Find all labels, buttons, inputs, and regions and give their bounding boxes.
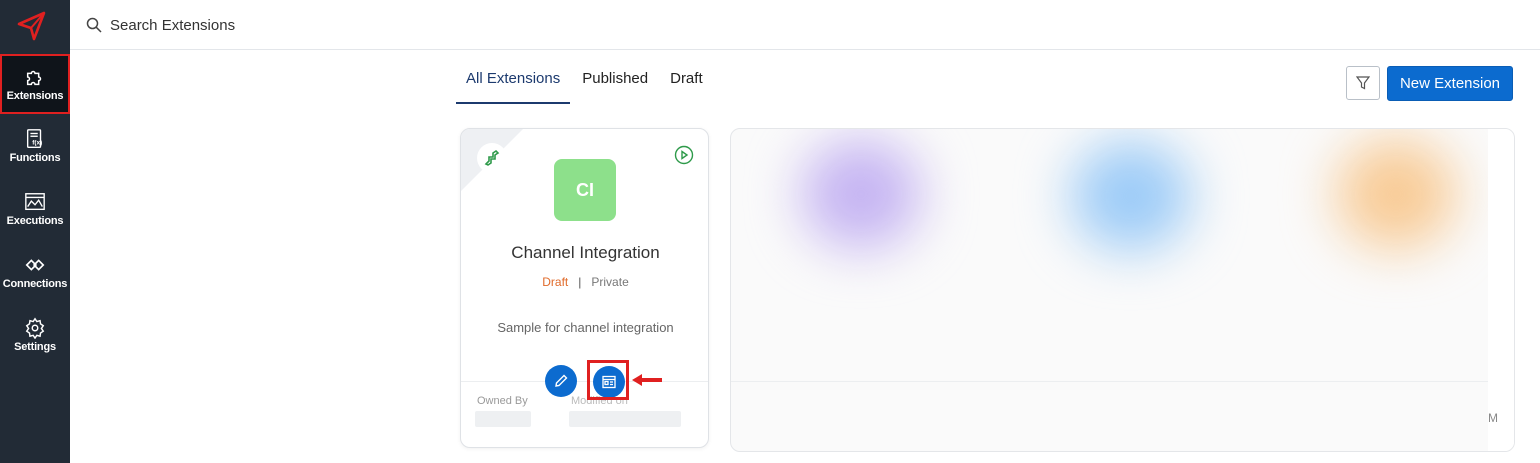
app-logo[interactable] bbox=[13, 8, 49, 44]
tab-draft[interactable]: Draft bbox=[660, 60, 713, 104]
play-icon[interactable] bbox=[674, 145, 694, 165]
app: Extensions f(x) Functions Executions Con… bbox=[0, 0, 1540, 463]
connections-icon bbox=[25, 259, 45, 271]
visibility-label: Private bbox=[591, 275, 629, 289]
integration-type-icon bbox=[477, 143, 507, 173]
pencil-icon bbox=[555, 374, 568, 387]
blurred-divider bbox=[731, 381, 1488, 382]
sidebar-item-functions[interactable]: f(x) Functions bbox=[0, 116, 70, 176]
search-icon bbox=[86, 17, 102, 33]
filter-icon bbox=[1356, 76, 1370, 90]
sidebar-item-executions[interactable]: Executions bbox=[0, 179, 70, 239]
sidebar-item-label: Connections bbox=[2, 278, 68, 290]
sidebar-item-settings[interactable]: Settings bbox=[0, 305, 70, 365]
tab-published[interactable]: Published bbox=[572, 60, 658, 104]
blurred-cards: M bbox=[730, 128, 1515, 452]
blurred-edge bbox=[1488, 129, 1514, 451]
new-extension-button[interactable]: New Extension bbox=[1387, 66, 1513, 101]
top-bar bbox=[70, 0, 1540, 50]
puzzle-icon bbox=[26, 70, 42, 86]
arrow-left-icon bbox=[632, 374, 662, 386]
search-input[interactable] bbox=[110, 13, 710, 37]
edit-button[interactable] bbox=[545, 365, 577, 397]
sidebar-item-connections[interactable]: Connections bbox=[0, 242, 70, 302]
svg-text:f(x): f(x) bbox=[32, 140, 42, 147]
owned-by-value bbox=[475, 411, 531, 427]
filter-button[interactable] bbox=[1346, 66, 1380, 100]
function-icon: f(x) bbox=[26, 129, 42, 148]
sidebar-item-label: Functions bbox=[9, 152, 61, 164]
status-badge: Draft bbox=[542, 275, 569, 289]
highlight-box bbox=[587, 360, 629, 400]
extension-title: Channel Integration bbox=[511, 243, 660, 262]
sidebar-item-label: Settings bbox=[14, 341, 56, 353]
sidebar: Extensions f(x) Functions Executions Con… bbox=[0, 0, 70, 463]
owned-by-label: Owned By bbox=[477, 395, 528, 407]
tab-bar: All Extensions Published Draft bbox=[456, 60, 715, 104]
executions-icon bbox=[25, 193, 45, 211]
extension-avatar: CI bbox=[554, 159, 616, 221]
sidebar-item-extensions[interactable]: Extensions bbox=[0, 54, 70, 114]
sidebar-item-label: Extensions bbox=[6, 90, 64, 102]
extension-card[interactable]: CI Channel Integration Draft | Private Sam… bbox=[460, 128, 709, 448]
blurred-avatar bbox=[1336, 139, 1456, 249]
modified-on-value bbox=[569, 411, 681, 427]
gear-icon bbox=[25, 317, 45, 339]
blurred-avatar bbox=[1071, 141, 1191, 251]
meta-separator: | bbox=[578, 275, 582, 289]
sidebar-item-label: Executions bbox=[6, 215, 64, 227]
tab-all-extensions[interactable]: All Extensions bbox=[456, 60, 571, 104]
blurred-avatar bbox=[801, 139, 921, 249]
blurred-text-fragment: M bbox=[1488, 411, 1498, 425]
extension-meta: Draft | Private bbox=[461, 275, 708, 289]
extension-description: Sample for channel integration bbox=[497, 320, 674, 335]
